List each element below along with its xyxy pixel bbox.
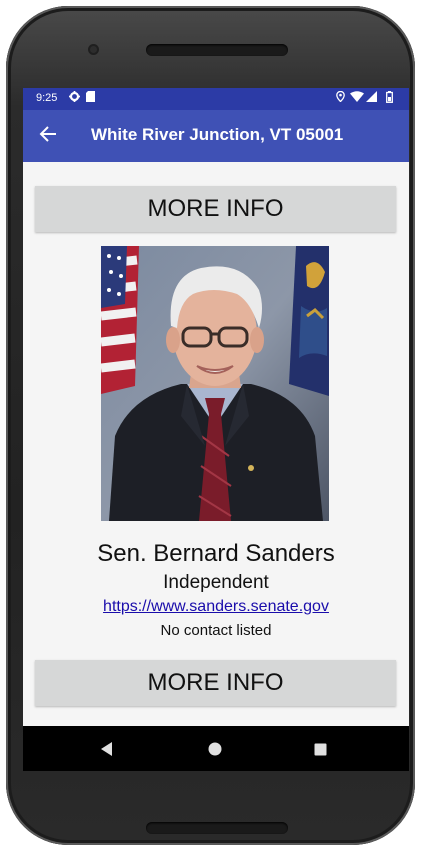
front-camera	[90, 46, 97, 53]
wifi-icon	[350, 91, 364, 106]
official-photo	[101, 246, 329, 521]
app-bar: White River Junction, VT 05001	[23, 110, 409, 162]
official-website-link[interactable]: https://www.sanders.senate.gov	[23, 598, 409, 616]
gear-icon	[69, 91, 80, 106]
screen: 9:25 White River Junction, VT 05001 MORE…	[23, 88, 409, 771]
official-name: Sen. Bernard Sanders	[97, 540, 335, 567]
app-bar-title: White River Junction, VT 05001	[91, 125, 344, 144]
back-triangle-icon[interactable]	[101, 726, 113, 771]
home-circle-icon[interactable]	[208, 726, 222, 771]
location-icon	[336, 90, 345, 106]
top-speaker-grille	[146, 44, 288, 56]
bottom-speaker-grille	[146, 822, 288, 834]
battery-icon	[386, 91, 393, 107]
arrow-back-icon[interactable]	[39, 122, 57, 149]
official-party: Independent	[163, 572, 269, 593]
more-info-button[interactable]: MORE INFO	[35, 186, 396, 232]
official-contact: No contact listed	[160, 622, 272, 639]
recents-square-icon[interactable]	[314, 726, 327, 771]
signal-icon	[366, 91, 377, 106]
status-time: 9:25	[36, 92, 58, 104]
more-info-button-bottom[interactable]: MORE INFO	[35, 660, 396, 706]
system-nav-bar	[23, 726, 409, 771]
sd-card-icon	[86, 91, 95, 106]
status-bar: 9:25	[23, 88, 409, 110]
